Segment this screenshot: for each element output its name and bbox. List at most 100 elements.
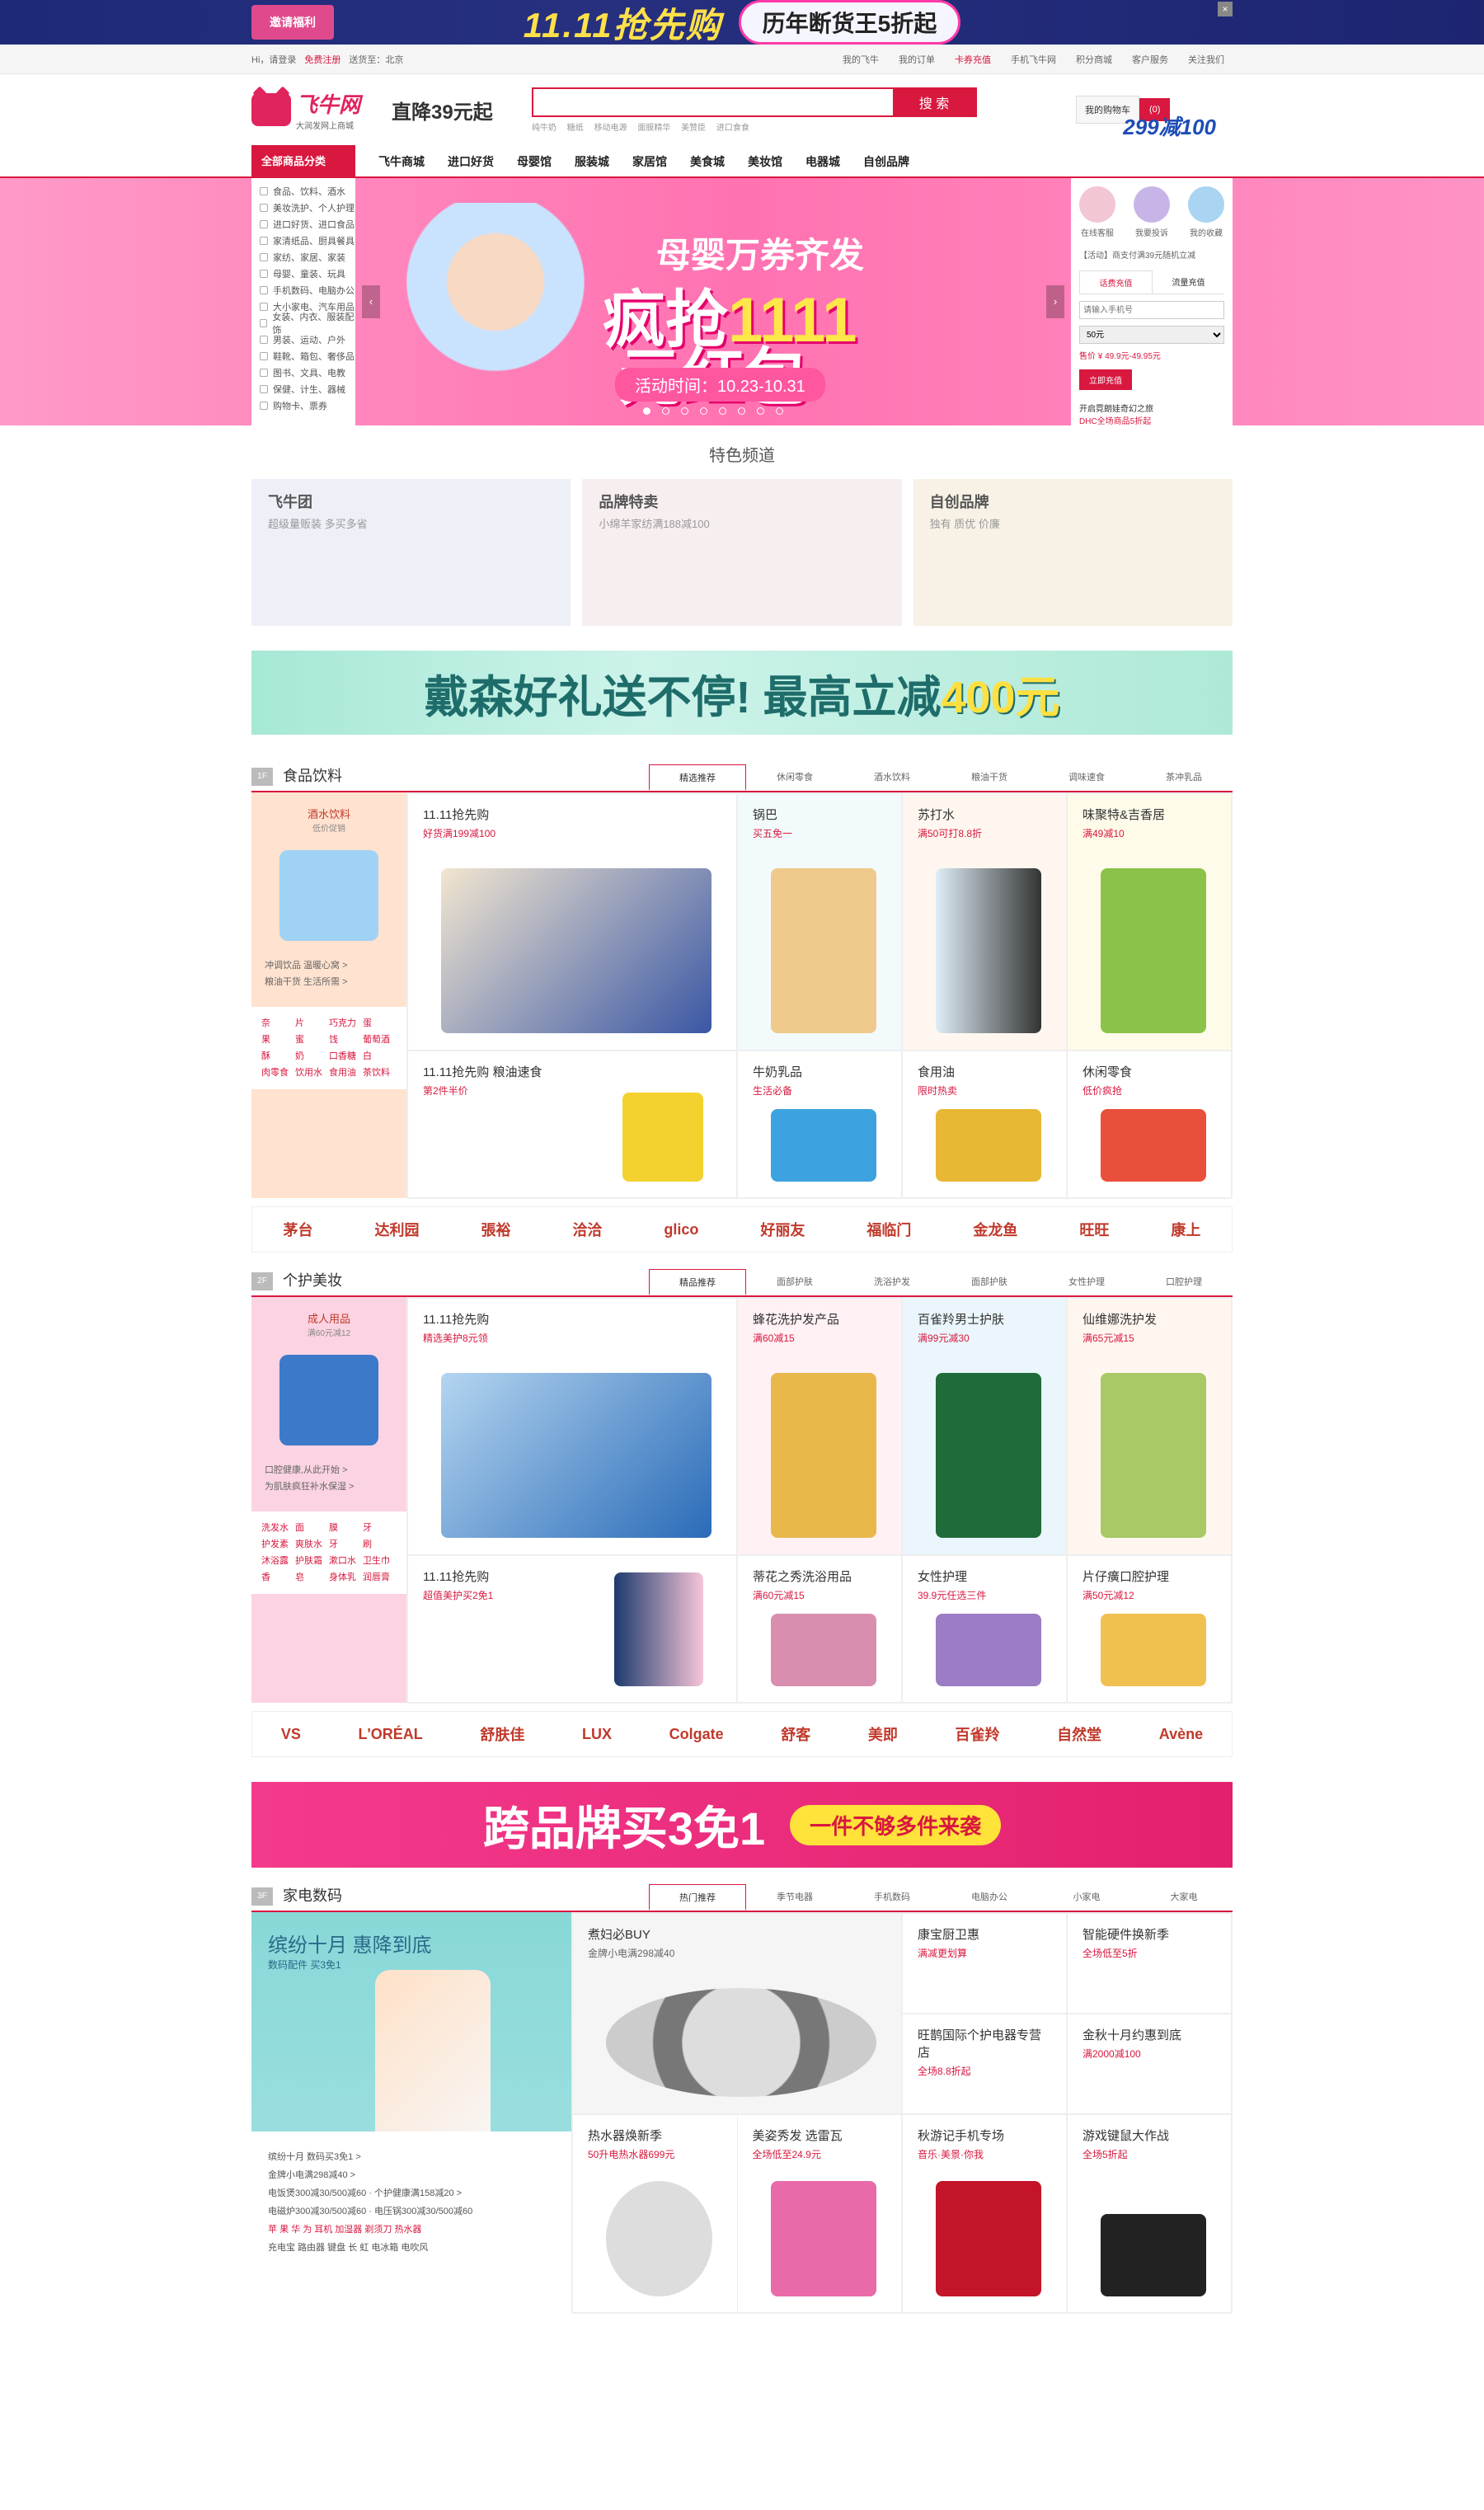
brand-logo[interactable]: LUX bbox=[582, 1726, 612, 1743]
brand-logo[interactable]: 福临门 bbox=[866, 1219, 911, 1240]
hero-carousel[interactable]: 母婴万券齐发 疯抢1111 元红包 活动时间：10.23-10.31 ‹ › bbox=[355, 178, 1071, 425]
feature-card[interactable]: 自创品牌 独有 质优 价廉 bbox=[913, 479, 1233, 626]
deliver-to[interactable]: 送货至：北京 bbox=[349, 53, 403, 66]
brand-logo[interactable]: 达利园 bbox=[374, 1219, 419, 1240]
my-feiniu-link[interactable]: 我的飞牛 bbox=[843, 53, 879, 66]
favorites[interactable]: 我的收藏 bbox=[1188, 186, 1224, 238]
carousel-dot[interactable] bbox=[700, 407, 707, 415]
floor-tab[interactable]: 大家电 bbox=[1135, 1884, 1233, 1911]
floor-tab[interactable]: 精品推荐 bbox=[649, 1269, 746, 1295]
floor-tab[interactable]: 茶冲乳品 bbox=[1135, 764, 1233, 791]
category-item[interactable]: 家纺、家居、家装 bbox=[251, 249, 355, 266]
nav-item[interactable]: 母婴馆 bbox=[517, 153, 552, 170]
product-cell[interactable]: 11.11抢先购 粮油速食 第2件半价 bbox=[407, 1051, 737, 1199]
product-cell[interactable]: 片仔癀口腔护理 满50元减12 bbox=[1067, 1555, 1232, 1704]
dyson-banner[interactable]: 戴森好礼送不停! 最高立减 400元 bbox=[251, 651, 1233, 735]
tab-phone-recharge[interactable]: 话费充值 bbox=[1079, 270, 1153, 294]
close-icon[interactable]: × bbox=[1218, 2, 1233, 16]
carousel-dot[interactable] bbox=[681, 407, 688, 415]
product-cell[interactable]: 休闲零食 低价疯抢 bbox=[1067, 1051, 1232, 1199]
product-cell[interactable]: 智能硬件换新季 全场低至5折 bbox=[1067, 1913, 1232, 2014]
floor-tab[interactable]: 电脑办公 bbox=[941, 1884, 1038, 1911]
logo[interactable]: 飞牛网 大润发网上商城 bbox=[251, 88, 392, 131]
recharge-button[interactable]: 立即充值 bbox=[1079, 369, 1132, 390]
my-orders-link[interactable]: 我的订单 bbox=[899, 53, 935, 66]
brand-logo[interactable]: glico bbox=[664, 1221, 698, 1239]
floor-tab[interactable]: 面部护肤 bbox=[941, 1269, 1038, 1295]
product-cell[interactable]: 仙维娜洗护发 满65元减15 bbox=[1067, 1298, 1232, 1555]
carousel-next-icon[interactable]: › bbox=[1046, 285, 1064, 318]
phone-input[interactable] bbox=[1079, 301, 1224, 319]
brand-logo[interactable]: 舒肤佳 bbox=[480, 1723, 524, 1745]
product-cell[interactable]: 蜂花洗护发产品 满60减15 bbox=[737, 1298, 902, 1555]
floor-tab[interactable]: 洗浴护发 bbox=[843, 1269, 941, 1295]
carousel-prev-icon[interactable]: ‹ bbox=[362, 285, 380, 318]
carousel-dot[interactable] bbox=[662, 407, 669, 415]
product-cell[interactable]: 旺鹊国际个护电器专营店 全场8.8折起 bbox=[902, 2014, 1067, 2114]
header-promo[interactable]: 299减100 bbox=[1123, 110, 1216, 141]
product-cell[interactable]: 康宝厨卫惠 满减更划算 bbox=[902, 1913, 1067, 2014]
card-recharge-link[interactable]: 卡券充值 bbox=[955, 53, 991, 66]
search-button[interactable]: 搜 索 bbox=[893, 88, 975, 115]
product-cell[interactable]: 11.11抢先购 精选美护8元领 bbox=[407, 1298, 737, 1555]
top-banner[interactable]: 邀请福利 11.11抢先购 历年断货王5折起 × bbox=[0, 0, 1484, 45]
hot-word[interactable]: 糖纸 bbox=[567, 124, 584, 133]
product-cell[interactable]: 食用油 限时热卖 bbox=[902, 1051, 1067, 1199]
brand-logo[interactable]: VS bbox=[281, 1726, 301, 1743]
category-item[interactable]: 食品、饮料、酒水 bbox=[251, 183, 355, 200]
floor-tab[interactable]: 小家电 bbox=[1038, 1884, 1135, 1911]
brand-logo[interactable]: Avène bbox=[1159, 1726, 1203, 1743]
category-item[interactable]: 图书、文具、电教 bbox=[251, 364, 355, 381]
product-cell[interactable]: 煮妇必BUY 金牌小电满298减40 bbox=[572, 1913, 902, 2114]
carousel-dot[interactable] bbox=[776, 407, 783, 415]
product-cell[interactable]: 锅巴 买五免一 bbox=[737, 793, 902, 1051]
category-item[interactable]: 购物卡、票券 bbox=[251, 397, 355, 414]
mobile-link[interactable]: 手机飞牛网 bbox=[1011, 53, 1056, 66]
floor-tab[interactable]: 季节电器 bbox=[746, 1884, 843, 1911]
brand-logo[interactable]: L'ORÉAL bbox=[358, 1726, 422, 1743]
search-input[interactable] bbox=[533, 88, 893, 115]
product-cell[interactable]: 11.11抢先购 超值美护买2免1 bbox=[407, 1555, 737, 1704]
brand-logo[interactable]: 百雀羚 bbox=[956, 1723, 1000, 1745]
category-item[interactable]: 进口好货、进口食品 bbox=[251, 216, 355, 233]
floor-left-panel[interactable]: 缤纷十月 惠降到底 数码配件 买3免1 缤纷十月 数码买3免1 > 金牌小电满2… bbox=[251, 1912, 571, 2313]
nav-item[interactable]: 美妆馆 bbox=[748, 153, 782, 170]
floor-tab[interactable]: 热门推荐 bbox=[649, 1884, 746, 1911]
brand-logo[interactable]: 好丽友 bbox=[760, 1219, 805, 1240]
feature-card[interactable]: 品牌特卖 小绵羊家纺满188减100 bbox=[582, 479, 902, 626]
amount-select[interactable]: 50元 bbox=[1079, 326, 1224, 344]
brand-logo[interactable]: Colgate bbox=[669, 1726, 724, 1743]
nav-item[interactable]: 家居馆 bbox=[632, 153, 667, 170]
product-cell[interactable]: 金秋十月约惠到底 满2000减100 bbox=[1067, 2014, 1232, 2114]
login-link[interactable]: Hi，请登录 bbox=[251, 53, 296, 66]
brand-logo[interactable]: 康上 bbox=[1171, 1219, 1200, 1240]
category-item[interactable]: 美妆洗护、个人护理 bbox=[251, 200, 355, 216]
product-cell[interactable]: 牛奶乳品 生活必备 bbox=[737, 1051, 902, 1199]
follow-us-link[interactable]: 关注我们 bbox=[1188, 53, 1224, 66]
brand-logo[interactable]: 張裕 bbox=[481, 1219, 510, 1240]
customer-service-link[interactable]: 客户服务 bbox=[1132, 53, 1168, 66]
floor-left-panel[interactable]: 成人用品 满60元减12 口腔健康,从此开始 > 为肌肤疯狂补水保湿 > 洗发水面… bbox=[251, 1297, 406, 1703]
floor-tab[interactable]: 粮油干货 bbox=[941, 764, 1038, 791]
online-service[interactable]: 在线客服 bbox=[1079, 186, 1115, 238]
register-link[interactable]: 免费注册 bbox=[304, 53, 340, 66]
brand-logo[interactable]: 美即 bbox=[868, 1723, 898, 1745]
carousel-dot[interactable] bbox=[719, 407, 726, 415]
hot-word[interactable]: 面膜精华 bbox=[637, 124, 670, 133]
product-cell[interactable]: 蒂花之秀洗浴用品 满60元减15 bbox=[737, 1555, 902, 1704]
category-item[interactable]: 手机数码、电脑办公 bbox=[251, 282, 355, 298]
nav-item[interactable]: 服装城 bbox=[575, 153, 609, 170]
category-item[interactable]: 母婴、童装、玩具 bbox=[251, 266, 355, 282]
floor-tab[interactable]: 调味速食 bbox=[1038, 764, 1135, 791]
hot-word[interactable]: 纯牛奶 bbox=[532, 124, 556, 133]
floor-tab[interactable]: 面部护肤 bbox=[746, 1269, 843, 1295]
nav-item[interactable]: 进口好货 bbox=[448, 153, 494, 170]
floor-tab[interactable]: 女性护理 bbox=[1038, 1269, 1135, 1295]
product-cell[interactable]: 秋游记手机专场 音乐·美景·你我 bbox=[902, 2114, 1067, 2314]
side-activity[interactable]: 开启霓朗娃奇幻之旅 DHC全场商品5折起 bbox=[1079, 402, 1224, 426]
brand-logo[interactable]: 自然堂 bbox=[1057, 1723, 1101, 1745]
product-cell[interactable]: 美姿秀发 选雷瓦 全场低至24.9元 bbox=[736, 2115, 902, 2313]
hot-word[interactable]: 进口食食 bbox=[716, 124, 749, 133]
product-cell[interactable]: 11.11抢先购 好货满199减100 bbox=[407, 793, 737, 1051]
notice[interactable]: 【活动】商支付满39元随机立减 bbox=[1079, 248, 1224, 261]
